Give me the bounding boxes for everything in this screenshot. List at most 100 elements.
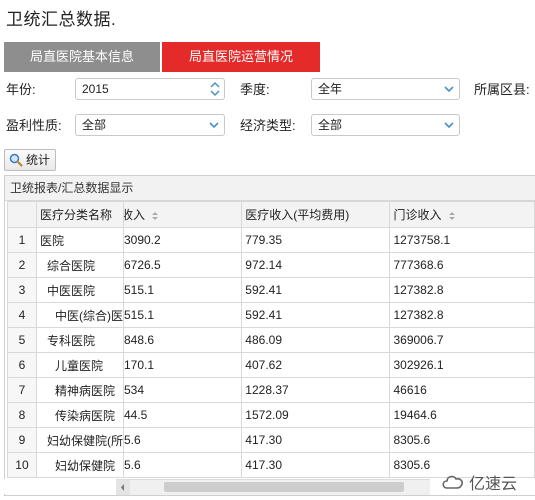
table-row[interactable]: 8 传染病医院 44.5 1572.09 19464.6 — [7, 402, 535, 428]
table-header-row: 医疗分类名称 收入 医疗收入(平均费用) 门诊收入 — [7, 201, 535, 228]
year-label: 年份: — [6, 82, 36, 97]
income-cell: 3090.2 — [122, 227, 243, 253]
scroll-left-arrow[interactable] — [116, 480, 130, 495]
row-number: 1 — [7, 227, 37, 253]
column-header-avg-cost[interactable]: 医疗收入(平均费用) — [241, 201, 391, 228]
row-number: 7 — [7, 377, 37, 403]
year-value: 2015 — [82, 82, 109, 96]
data-panel: 卫统报表/汇总数据显示 医疗分类名称 收入 医疗收入(平均费用) 门诊收入 1医… — [4, 175, 535, 496]
row-number: 4 — [7, 302, 37, 328]
income-cell: 6726.5 — [122, 252, 243, 278]
row-number: 8 — [7, 402, 37, 428]
table-row[interactable]: 5 专科医院 848.6 486.09 369006.7 — [7, 327, 535, 353]
category-cell: 儿童医院 — [35, 352, 124, 378]
table-row[interactable]: 9 妇幼保健院(所 5.6 417.30 8305.6 — [7, 427, 535, 453]
outpatient-cell: 127382.8 — [389, 302, 535, 328]
scrollbar-thumb[interactable] — [164, 482, 404, 492]
outpatient-cell: 777368.6 — [389, 252, 535, 278]
category-cell: 专科医院 — [35, 327, 124, 353]
stat-button-label: 统计 — [26, 153, 51, 167]
outpatient-cell: 46616 — [389, 377, 535, 403]
spinner-arrows-icon[interactable] — [209, 80, 221, 98]
outpatient-cell: 369006.7 — [389, 327, 535, 353]
column-header-category[interactable]: 医疗分类名称 — [35, 201, 124, 228]
income-cell: 5.6 — [122, 452, 243, 478]
category-cell: 精神病医院 — [35, 377, 124, 403]
row-number: 3 — [7, 277, 37, 303]
page-title: 卫统汇总数据. — [6, 10, 117, 29]
tab-operation-status[interactable]: 局直医院运营情况 — [162, 42, 320, 72]
watermark: 亿速云 — [441, 470, 517, 494]
table-row[interactable]: 1 医院 3090.2 779.35 1273758.1 — [7, 227, 535, 253]
row-number: 9 — [7, 427, 37, 453]
horizontal-scrollbar[interactable] — [116, 479, 430, 495]
outpatient-cell: 302926.1 — [389, 352, 535, 378]
avg-cost-cell: 779.35 — [241, 227, 391, 253]
scrollbar-spacer — [4, 479, 116, 494]
table-row[interactable]: 4 中医(综合)医 515.1 592.41 127382.8 — [7, 302, 535, 328]
chevron-down-icon — [209, 122, 219, 129]
category-cell: 医院 — [35, 227, 124, 253]
income-cell: 5.6 — [122, 427, 243, 453]
outpatient-cell: 19464.6 — [389, 402, 535, 428]
data-table: 医疗分类名称 收入 医疗收入(平均费用) 门诊收入 1医院3090.2779.3… — [7, 201, 535, 478]
season-select[interactable]: 全年 — [311, 78, 460, 100]
category-cell: 中医(综合)医 — [35, 302, 124, 328]
economy-value: 全部 — [318, 118, 343, 132]
stat-button[interactable]: 统计 — [4, 149, 56, 171]
year-spinner[interactable]: 2015 — [75, 78, 225, 100]
avg-cost-cell: 1228.37 — [241, 377, 391, 403]
avg-cost-cell: 972.14 — [241, 252, 391, 278]
outpatient-cell: 8305.6 — [389, 427, 535, 453]
avg-cost-cell: 592.41 — [241, 302, 391, 328]
chevron-down-icon — [444, 122, 454, 129]
row-number: 10 — [7, 452, 37, 478]
income-cell: 44.5 — [122, 402, 243, 428]
outpatient-cell: 1273758.1 — [389, 227, 535, 253]
row-number-header — [7, 201, 37, 228]
economy-label: 经济类型: — [240, 118, 296, 133]
panel-title: 卫统报表/汇总数据显示 — [5, 176, 535, 201]
watermark-text: 亿速云 — [469, 476, 518, 493]
category-cell: 妇幼保健院 — [35, 452, 124, 478]
profit-select[interactable]: 全部 — [75, 114, 225, 136]
avg-cost-cell: 486.09 — [241, 327, 391, 353]
column-header-outpatient[interactable]: 门诊收入 — [389, 201, 535, 228]
chevron-down-icon — [444, 86, 454, 93]
season-label: 季度: — [240, 82, 270, 97]
avg-cost-cell: 417.30 — [241, 427, 391, 453]
economy-select[interactable]: 全部 — [311, 114, 460, 136]
category-cell: 中医医院 — [35, 277, 124, 303]
profit-label: 盈利性质: — [6, 118, 62, 133]
income-cell: 534 — [122, 377, 243, 403]
table-row[interactable]: 3 中医医院 515.1 592.41 127382.8 — [7, 277, 535, 303]
outpatient-cell: 127382.8 — [389, 277, 535, 303]
sort-icon[interactable] — [448, 211, 456, 221]
table-row[interactable]: 7 精神病医院 534 1228.37 46616 — [7, 377, 535, 403]
column-header-income[interactable]: 收入 — [122, 201, 243, 228]
income-cell: 848.6 — [122, 327, 243, 353]
category-cell: 妇幼保健院(所 — [35, 427, 124, 453]
income-cell: 515.1 — [122, 277, 243, 303]
cloud-logo-icon — [442, 475, 463, 489]
income-cell: 170.1 — [122, 352, 243, 378]
season-value: 全年 — [318, 82, 343, 96]
search-icon — [9, 153, 23, 167]
chevron-left-icon — [121, 484, 124, 491]
category-cell: 传染病医院 — [35, 402, 124, 428]
tab-basic-info[interactable]: 局直医院基本信息 — [4, 42, 160, 72]
avg-cost-cell: 1572.09 — [241, 402, 391, 428]
table-row[interactable]: 2 综合医院 6726.5 972.14 777368.6 — [7, 252, 535, 278]
profit-value: 全部 — [82, 118, 107, 132]
avg-cost-cell: 417.30 — [241, 452, 391, 478]
filter-row-2: 盈利性质: 全部 经济类型: 全部 — [0, 114, 535, 138]
row-number: 5 — [7, 327, 37, 353]
table-row[interactable]: 6 儿童医院 170.1 407.62 302926.1 — [7, 352, 535, 378]
sort-icon[interactable] — [151, 211, 159, 221]
avg-cost-cell: 592.41 — [241, 277, 391, 303]
filter-row-1: 年份: 2015 季度: 全年 所属区县: — [0, 78, 535, 102]
tab-bar: 局直医院基本信息 局直医院运营情况 — [4, 42, 320, 72]
category-cell: 综合医院 — [35, 252, 124, 278]
income-cell: 515.1 — [122, 302, 243, 328]
district-label: 所属区县: — [474, 82, 530, 97]
